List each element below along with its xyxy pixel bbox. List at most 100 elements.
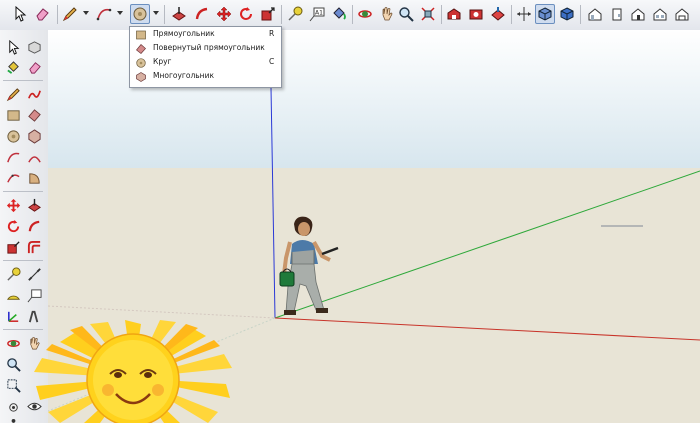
arc-tool-button[interactable] (94, 4, 114, 24)
dimension-tool-button[interactable] (25, 265, 43, 283)
orbit-tool-button[interactable] (355, 4, 375, 24)
follow-me-tool-button[interactable] (25, 217, 43, 235)
rotate-icon (7, 219, 19, 232)
two-point-arc-tool-button[interactable] (25, 148, 43, 166)
polygon-tool-button[interactable] (25, 127, 43, 145)
offset-tool-button[interactable] (25, 238, 43, 256)
camera-icon (8, 402, 18, 412)
circle-icon (6, 129, 20, 143)
front-view-button[interactable] (585, 4, 605, 24)
eraser-tool-button[interactable] (25, 58, 43, 76)
arrow-cursor-icon (15, 6, 27, 22)
tape-measure-tool-button[interactable] (4, 265, 22, 283)
text-tool-button[interactable] (25, 286, 43, 304)
circle-shape-icon (133, 7, 147, 21)
move-icon (216, 6, 232, 22)
push-pull-tool-button[interactable] (169, 4, 189, 24)
walk-tool-button[interactable] (4, 416, 22, 423)
toolbar-separator (281, 5, 282, 24)
scale-tool-button[interactable] (258, 4, 278, 24)
left-view-button[interactable] (650, 4, 670, 24)
orbit-icon (6, 339, 20, 347)
menu-item-rectangle[interactable]: Прямоугольник R (130, 28, 281, 42)
eraser-icon (28, 61, 41, 74)
component-tool-button[interactable] (25, 38, 43, 56)
warehouse-tool-button[interactable] (444, 4, 464, 24)
rotated-rectangle-icon (27, 108, 41, 122)
rotate-tool-button[interactable] (4, 217, 22, 235)
polygon-icon (27, 128, 41, 144)
three-point-arc-tool-button[interactable] (4, 169, 22, 187)
paint-bucket-tool-button[interactable] (329, 4, 349, 24)
axes-tool-button[interactable] (4, 307, 22, 325)
rectangle-tool-button[interactable] (4, 106, 22, 124)
rotate-tool-button[interactable] (236, 4, 256, 24)
arc-tool-button[interactable] (4, 148, 22, 166)
zoom-tool-button[interactable] (4, 355, 22, 373)
orbit-tool-button[interactable] (4, 334, 22, 352)
zoom-window-tool-button[interactable] (4, 376, 22, 394)
pan-tool-button[interactable] (377, 4, 397, 24)
protractor-tool-button[interactable] (4, 286, 22, 304)
menu-item-polygon[interactable]: Многоугольник (130, 70, 281, 84)
text-tool-button[interactable]: A1 (307, 4, 327, 24)
circle-tool-button[interactable] (4, 127, 22, 145)
svg-text:A1: A1 (315, 10, 323, 17)
magnifier-icon (399, 7, 414, 22)
rotated-rectangle-tool-button[interactable] (25, 106, 43, 124)
bottom-view-button[interactable] (672, 4, 692, 24)
extension-icon (469, 9, 483, 20)
axes-icon (7, 311, 18, 322)
pie-tool-button[interactable] (25, 169, 43, 187)
zoom-extents-tool-button[interactable] (418, 4, 438, 24)
menu-item-circle[interactable]: Круг C (130, 56, 281, 70)
pie-icon (28, 172, 40, 184)
chevron-down-icon[interactable] (117, 11, 123, 15)
hand-icon (382, 7, 393, 21)
eraser-icon (36, 8, 49, 21)
back-view-button[interactable] (628, 4, 648, 24)
menu-item-label: Многоугольник (153, 71, 214, 80)
move-tool-button[interactable] (214, 4, 234, 24)
axes-view-button[interactable] (514, 4, 534, 24)
toolbar-separator (511, 5, 512, 24)
text-label-icon: A1 (309, 7, 325, 22)
pencil-tool-button[interactable] (60, 4, 80, 24)
push-pull-tool-button[interactable] (25, 196, 43, 214)
position-camera-tool-button[interactable] (4, 397, 22, 415)
component-icon (27, 40, 41, 54)
extension-tool-button[interactable] (466, 4, 486, 24)
move-tool-button[interactable] (4, 196, 22, 214)
eraser-tool-button[interactable] (32, 4, 52, 24)
follow-me-tool-button[interactable] (192, 4, 212, 24)
freehand-tool-button[interactable] (25, 85, 43, 103)
menu-item-rotated-rectangle[interactable]: Повернутый прямоугольник (130, 42, 281, 56)
select-tool-button[interactable] (4, 38, 22, 56)
right-view-button[interactable] (607, 4, 627, 24)
shapes-tool-button[interactable] (130, 4, 150, 24)
warehouse-icon (447, 8, 461, 20)
tape-measure-tool-button[interactable] (285, 4, 305, 24)
pencil-tool-button[interactable] (4, 85, 22, 103)
paint-bucket-tool-button[interactable] (4, 58, 22, 76)
scale-tool-button[interactable] (4, 238, 22, 256)
three-point-arc-icon (6, 173, 20, 183)
offset-icon (27, 240, 40, 253)
chevron-down-icon[interactable] (83, 11, 89, 15)
chevron-down-icon[interactable] (153, 11, 159, 15)
toolbar-separator (3, 191, 43, 192)
select-tool-button[interactable] (10, 4, 30, 24)
share-icon (491, 7, 505, 21)
rectangle-icon (6, 109, 20, 121)
follow-me-icon (28, 220, 39, 231)
freehand-icon (27, 90, 41, 99)
person-figure (279, 216, 339, 315)
iso-view-button[interactable] (535, 4, 555, 24)
scale-icon (261, 7, 275, 21)
share-tool-button[interactable] (488, 4, 508, 24)
walk-icon (11, 418, 15, 423)
top-view-button[interactable] (557, 4, 577, 24)
menu-item-label: Круг (153, 57, 172, 66)
zoom-tool-button[interactable] (396, 4, 416, 24)
circle-icon (136, 58, 146, 68)
